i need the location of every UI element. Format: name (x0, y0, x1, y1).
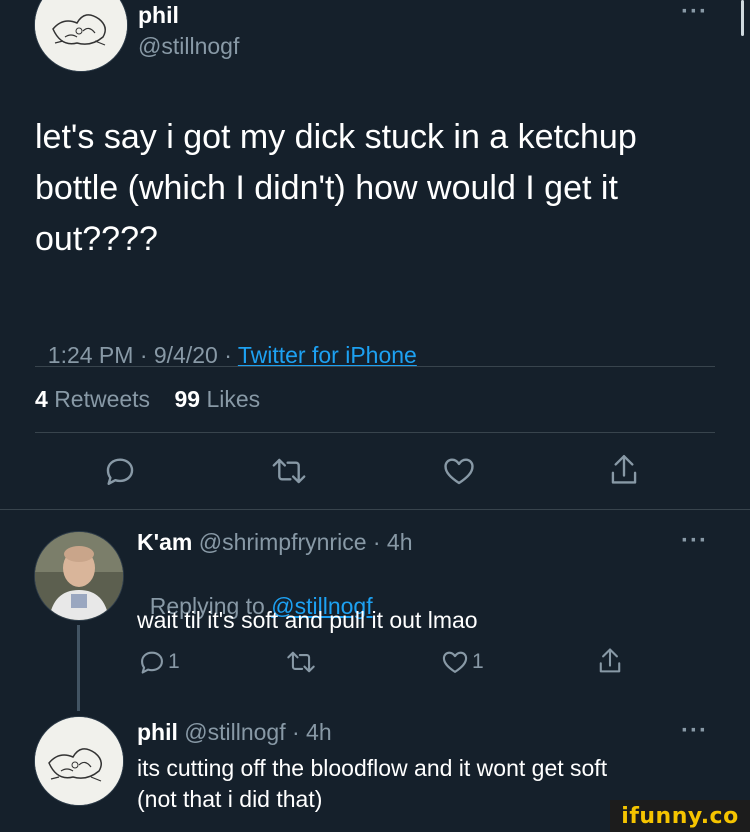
avatar[interactable] (34, 716, 124, 806)
reply-icon[interactable] (103, 454, 137, 488)
reply-text: wait til it's soft and pull it out lmao (137, 607, 478, 633)
divider (35, 432, 715, 433)
more-icon[interactable]: ··· (681, 527, 708, 555)
share-icon[interactable] (596, 646, 624, 676)
reply-text-line: its cutting off the bloodflow and it won… (137, 755, 608, 781)
share-icon[interactable] (607, 452, 641, 488)
tweet-text: let's say i got my dick stuck in a ketch… (35, 112, 735, 265)
tweet-timestamp: 1:24 PM · 9/4/20 · Twitter for iPhone (35, 315, 417, 369)
retweet-icon[interactable] (271, 454, 307, 488)
reply-author-meta[interactable]: @shrimpfrynrice · 4h (199, 529, 413, 555)
reply-text-line: (not that i did that) (137, 786, 323, 812)
avatar-photo (35, 532, 123, 620)
avatar-drawing (35, 717, 123, 805)
scrollbar[interactable] (741, 0, 744, 36)
likes-count: 99 (174, 386, 201, 412)
timestamp-text: 1:24 PM · 9/4/20 · (47, 342, 238, 368)
thread-line (77, 625, 80, 711)
avatar[interactable] (34, 531, 124, 621)
reply-action[interactable]: 1 (138, 648, 180, 676)
retweets-count: 4 (35, 386, 48, 412)
like-icon[interactable] (441, 454, 477, 488)
retweet-icon[interactable] (286, 648, 316, 676)
reply-author-name[interactable]: phil (137, 719, 178, 745)
tweet-text-line: let's say i got my dick stuck in a ketch… (35, 118, 637, 156)
author-handle[interactable]: @stillnogf (138, 33, 239, 60)
likes-stat[interactable]: 99 Likes (174, 386, 260, 412)
reply-author-name[interactable]: K'am (137, 529, 192, 555)
like-count: 1 (472, 650, 484, 673)
author-name[interactable]: phil (138, 2, 179, 29)
more-icon[interactable]: ··· (681, 717, 708, 745)
likes-label: Likes (206, 386, 261, 412)
like-icon[interactable] (440, 648, 470, 676)
reply-header: K'am @shrimpfrynrice · 4h (137, 529, 413, 556)
divider (35, 366, 715, 367)
avatar-drawing (35, 0, 127, 71)
reply-text: its cutting off the bloodflow and it won… (137, 753, 607, 815)
watermark: ifunny.co (610, 800, 750, 832)
avatar[interactable] (34, 0, 128, 72)
more-icon[interactable]: ··· (681, 0, 708, 26)
reply-icon[interactable] (138, 648, 166, 676)
like-action[interactable]: 1 (440, 648, 484, 676)
reply-count: 1 (168, 650, 180, 673)
divider (0, 509, 750, 510)
reply-author-meta[interactable]: @stillnogf · 4h (184, 719, 331, 745)
retweets-label: Retweets (54, 386, 151, 412)
reply-header: phil @stillnogf · 4h (137, 719, 332, 746)
source-link[interactable]: Twitter for iPhone (238, 342, 417, 368)
tweet-text-line: bottle (which I didn't) how would I get … (35, 169, 618, 207)
tweet-text-line: out???? (35, 220, 158, 258)
retweets-stat[interactable]: 4 Retweets (35, 386, 150, 412)
tweet-stats: 4 Retweets 99 Likes (35, 386, 260, 413)
